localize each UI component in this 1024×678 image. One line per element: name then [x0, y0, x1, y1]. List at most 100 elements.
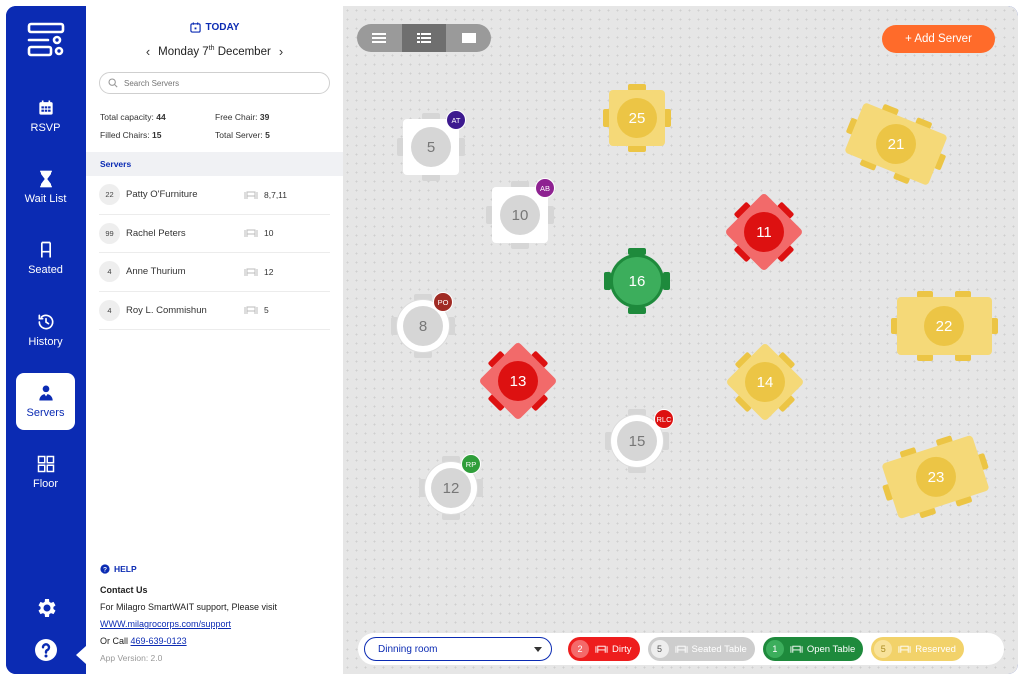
server-name: Rachel Peters [126, 227, 186, 239]
app-version: App Version: 2.0 [100, 653, 163, 663]
legend-seated-label: Seated Table [691, 643, 747, 655]
gear-icon[interactable] [34, 596, 58, 620]
nav-history[interactable]: History [16, 302, 75, 359]
table-13[interactable]: 13 [478, 341, 558, 421]
help-small-icon: ? [100, 564, 110, 574]
table-number: 15 [617, 421, 657, 461]
legend-reserved[interactable]: 5 Reserved [871, 637, 964, 661]
today-button[interactable]: TODAY [189, 22, 239, 33]
nav-seated[interactable]: Seated [16, 230, 75, 287]
capacity-stats: Total capacity: 44 Free Chair: 39 Filled… [100, 108, 330, 144]
chair [955, 354, 971, 361]
prev-day-chevron-left-icon[interactable]: ‹ [146, 44, 150, 59]
hourglass-icon [39, 170, 52, 188]
server-row[interactable]: 4 Anne Thurium 12 [99, 253, 330, 292]
list-compact-icon [372, 33, 387, 43]
table-number: 21 [876, 124, 916, 164]
search-box[interactable] [99, 72, 330, 94]
chair [511, 242, 529, 249]
legend-dirty[interactable]: 2 Dirty [568, 637, 640, 661]
date-month: December [217, 45, 271, 58]
server-row[interactable]: 99 Rachel Peters 10 [99, 215, 330, 253]
table-number: 16 [617, 261, 657, 301]
table-16[interactable]: 16 [604, 248, 670, 314]
phone-link[interactable]: 469-639-0123 [131, 636, 187, 646]
add-server-button[interactable]: + Add Server [882, 25, 995, 53]
help-icon[interactable] [34, 638, 58, 662]
table-chairs-icon [790, 645, 803, 653]
grid-icon [37, 455, 54, 473]
server-count-badge: 4 [99, 299, 120, 321]
total-capacity-stat: Total capacity: 44 [100, 108, 215, 126]
nav-servers[interactable]: Servers [16, 373, 75, 430]
legend-open[interactable]: 1 Open Table [762, 637, 864, 661]
next-day-chevron-right-icon[interactable]: › [279, 44, 283, 59]
nav-rsvp-label: RSVP [30, 122, 61, 134]
nav-servers-label: Servers [26, 407, 65, 419]
server-initials-badge: AT [446, 110, 466, 130]
chair [990, 318, 998, 334]
chair [414, 351, 432, 358]
table-23[interactable]: 23 [880, 434, 990, 520]
nav-floor[interactable]: Floor [16, 444, 75, 501]
chair [422, 174, 440, 181]
table-14[interactable]: 14 [725, 342, 805, 422]
table-number: 13 [498, 361, 538, 401]
chair [448, 317, 455, 335]
room-select[interactable]: Dinning room [364, 637, 552, 661]
support-link[interactable]: WWW.milagrocorps.com/support [100, 619, 231, 629]
floor-plan: + Add Server 5 AT 10 AB 25 21 11 16 8 PO 22 13 14 15 R… [343, 6, 1018, 674]
legend-seated-count: 5 [650, 640, 669, 658]
table-11[interactable]: 11 [724, 192, 804, 272]
nav-wait-list[interactable]: Wait List [16, 159, 75, 216]
legend-dirty-label: Dirty [612, 643, 632, 655]
table-chairs-icon [244, 306, 258, 315]
app-window: RSVP Wait List Seated History Servers Fl… [6, 6, 1018, 674]
table-chairs-icon [898, 645, 911, 653]
chair [663, 272, 670, 290]
app-logo-icon[interactable] [26, 20, 66, 60]
history-icon [38, 314, 53, 330]
nav-seated-label: Seated [28, 264, 63, 276]
table-25[interactable]: 25 [603, 84, 671, 152]
search-input[interactable] [124, 78, 314, 88]
view-card-button[interactable] [446, 24, 491, 52]
server-tables: 5 [264, 305, 269, 316]
help-title: HELP [114, 564, 137, 574]
chair-icon [40, 241, 51, 258]
server-initials-badge: PO [433, 292, 453, 312]
server-person-icon [38, 385, 53, 401]
nav-rsvp[interactable]: RSVP [16, 88, 75, 145]
legend-seated[interactable]: 5 Seated Table [647, 637, 755, 661]
server-tables: 12 [264, 266, 274, 277]
legend-open-label: Open Table [806, 643, 856, 655]
total-server-stat: Total Server: 5 [215, 126, 330, 144]
table-number: 14 [745, 362, 785, 402]
table-22[interactable]: 22 [890, 291, 998, 361]
server-initials-badge: RP [461, 454, 481, 474]
call-line: Or Call 469-639-0123 [100, 637, 329, 646]
server-row[interactable]: 22 Patty O'Furniture 8,7,11 [99, 176, 330, 215]
current-date: Monday 7th December [158, 45, 271, 58]
view-detail-button[interactable] [401, 24, 447, 52]
chair [458, 138, 465, 156]
server-tables: 10 [264, 228, 274, 239]
total-capacity-label: Total capacity: [100, 112, 154, 122]
date-day-suffix: th [208, 45, 215, 53]
total-server-label: Total Server: [215, 130, 263, 140]
date-selector: TODAY ‹ Monday 7th December › [86, 20, 343, 59]
filled-chairs-value: 15 [151, 130, 162, 140]
table-number: 12 [431, 468, 471, 508]
servers-list: 22 Patty O'Furniture 8,7,11 99 Rachel Pe… [86, 176, 343, 330]
server-row[interactable]: 4 Roy L. Commishun 5 [99, 292, 330, 330]
server-initials-badge: RLC [654, 409, 674, 429]
table-21[interactable]: 21 [844, 102, 948, 186]
server-tables: 8,7,11 [264, 189, 288, 200]
help-panel: ? HELP Contact Us For Milagro SmartWAIT … [86, 552, 343, 674]
chair [628, 145, 646, 152]
table-number: 23 [915, 457, 955, 497]
table-chairs-icon [244, 191, 258, 199]
table-number: 11 [744, 212, 784, 252]
view-compact-button[interactable] [357, 24, 402, 52]
nav-rail: RSVP Wait List Seated History Servers Fl… [6, 6, 86, 674]
